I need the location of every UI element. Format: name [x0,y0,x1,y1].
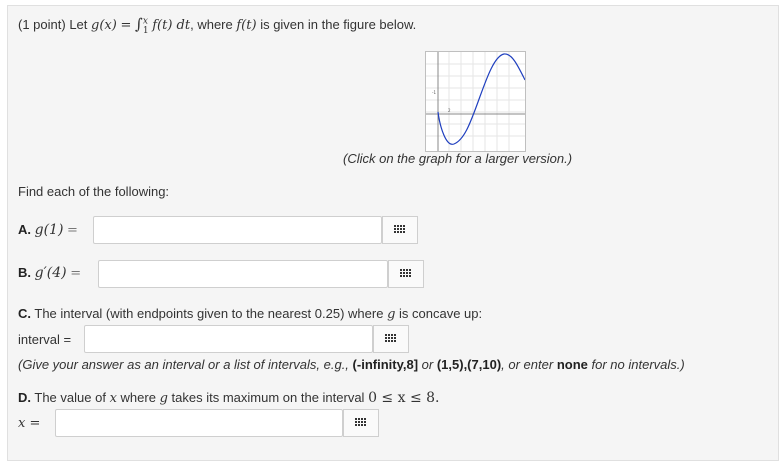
part-c-text-before: The interval (with endpoints given to th… [34,306,384,321]
part-d-text-mid: where [120,390,156,405]
part-b-label: B. g′(4) = [18,265,81,281]
part-d-text-before: The value of [34,390,106,405]
function-curve [437,53,526,145]
hint-example-1: (-infinity,8] [352,357,419,372]
hint-or: or [421,357,434,372]
keyboard-grid-icon [385,334,396,342]
part-c-keyboard-button[interactable] [373,325,409,353]
given-in-figure-text: is given in the figure below. [260,17,417,32]
hint-example-2: (1,5),(7,10) [436,357,502,372]
let-text: Let [69,17,88,32]
find-each-heading: Find each of the following: [18,184,170,199]
graph-thumbnail[interactable]: -1 2 [425,51,526,152]
problem-panel: (1 point) Let g(x) = ∫x1 f(t) dt, where … [7,5,779,461]
part-c-input[interactable] [84,325,373,353]
interval-label: interval = [18,332,72,347]
keyboard-grid-icon [355,418,366,426]
part-a-input[interactable] [93,216,382,244]
y-tick-label: -1 [432,90,436,95]
part-c-question: C. The interval (with endpoints given to… [18,306,482,322]
part-d-answer-label: x = [18,415,40,431]
part-b-letter: B. [18,265,31,280]
where-text: , where [190,17,233,32]
part-a-keyboard-button[interactable] [382,216,418,244]
keyboard-grid-icon [394,225,405,233]
x-equals-label: x = [18,416,41,431]
part-c-text-after: is concave up: [399,306,483,321]
part-c-hint: (Give your answer as an interval or a li… [18,357,685,372]
part-c-g: g [387,307,396,322]
part-b-expression: g′(4) [34,265,67,281]
equals-sign: = [120,18,132,33]
part-d-input[interactable] [55,409,343,437]
part-d-question: D. The value of x where g takes its maxi… [18,390,439,406]
part-d-letter: D. [18,390,31,405]
part-b-input[interactable] [98,260,388,288]
graph-svg: -1 2 [426,52,526,151]
part-a-label: A. g(1) = [18,222,78,238]
part-a-letter: A. [18,222,31,237]
part-d-keyboard-button[interactable] [343,409,379,437]
part-b-equals: = [70,266,82,281]
problem-statement: (1 point) Let g(x) = ∫x1 f(t) dt, where … [18,15,416,36]
part-d-range: 0 ≤ x ≤ 8. [368,390,440,406]
keyboard-grid-icon [400,269,411,277]
part-d-g: g [159,391,168,406]
integral-lower-limit: 1 [142,25,149,36]
part-a-equals: = [67,223,78,238]
integrand: f(t) dt [152,18,191,33]
part-d-x: x [109,391,117,406]
part-a-expression: g(1) [34,222,64,238]
hint-mid: , or enter [501,357,554,372]
hint-none: none [556,357,588,372]
hint-suffix: for no intervals.) [591,357,685,372]
f-of-t: f(t) [236,18,257,33]
part-b-keyboard-button[interactable] [388,260,424,288]
points-label: (1 point) [18,17,66,32]
part-c-letter: C. [18,306,31,321]
g-of-x: g(x) [91,18,117,33]
graph-caption: (Click on the graph for a larger version… [343,151,573,166]
integral-sign: ∫ [134,15,143,33]
hint-prefix: (Give your answer as an interval or a li… [18,357,349,372]
part-d-text-after: takes its maximum on the interval [171,390,365,405]
